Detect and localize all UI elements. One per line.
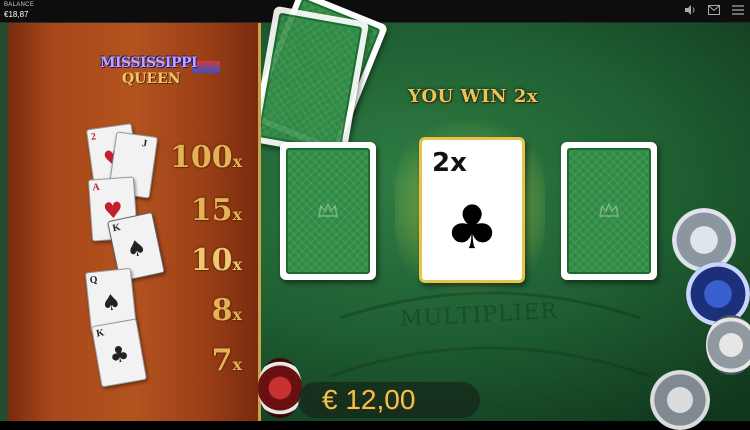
chip-stack xyxy=(706,315,750,375)
win-amount: € 12,00 xyxy=(322,384,416,415)
crown-icon xyxy=(599,202,619,217)
card-left[interactable] xyxy=(280,142,376,280)
speaker-icon[interactable] xyxy=(684,4,696,16)
revealed-multiplier: 2x xyxy=(432,148,467,178)
menu-icon[interactable] xyxy=(732,4,744,16)
multiplier-15x: 15x xyxy=(190,193,242,228)
card-right[interactable] xyxy=(561,142,657,280)
logo-line2: QUEEN xyxy=(122,71,181,87)
mail-icon[interactable] xyxy=(708,4,720,16)
club-icon: ♣ xyxy=(445,193,499,263)
logo-line1: MISSISSIPPI xyxy=(100,55,198,71)
multiplier-100x: 100x xyxy=(170,140,243,175)
multiplier-7x: 7x xyxy=(211,343,242,378)
chip-stack xyxy=(258,358,302,418)
card-revealed: 2x ♣ xyxy=(419,137,525,283)
balance-label: BALANCE xyxy=(4,2,35,8)
chip-stack xyxy=(650,370,710,430)
panel-edge xyxy=(0,23,8,421)
top-icons xyxy=(684,4,744,16)
multiplier-10x: 10x xyxy=(190,243,242,278)
multiplier-8x: 8x xyxy=(211,293,242,328)
game-logo: MISSISSIPPI QUEEN xyxy=(100,55,220,91)
top-bar: BALANCE €18,87 xyxy=(0,0,750,23)
deck-card-back xyxy=(250,5,370,159)
win-banner: YOU WIN 2x xyxy=(408,86,539,107)
crown-icon xyxy=(318,202,338,217)
balance-value: €18,87 xyxy=(4,10,29,19)
